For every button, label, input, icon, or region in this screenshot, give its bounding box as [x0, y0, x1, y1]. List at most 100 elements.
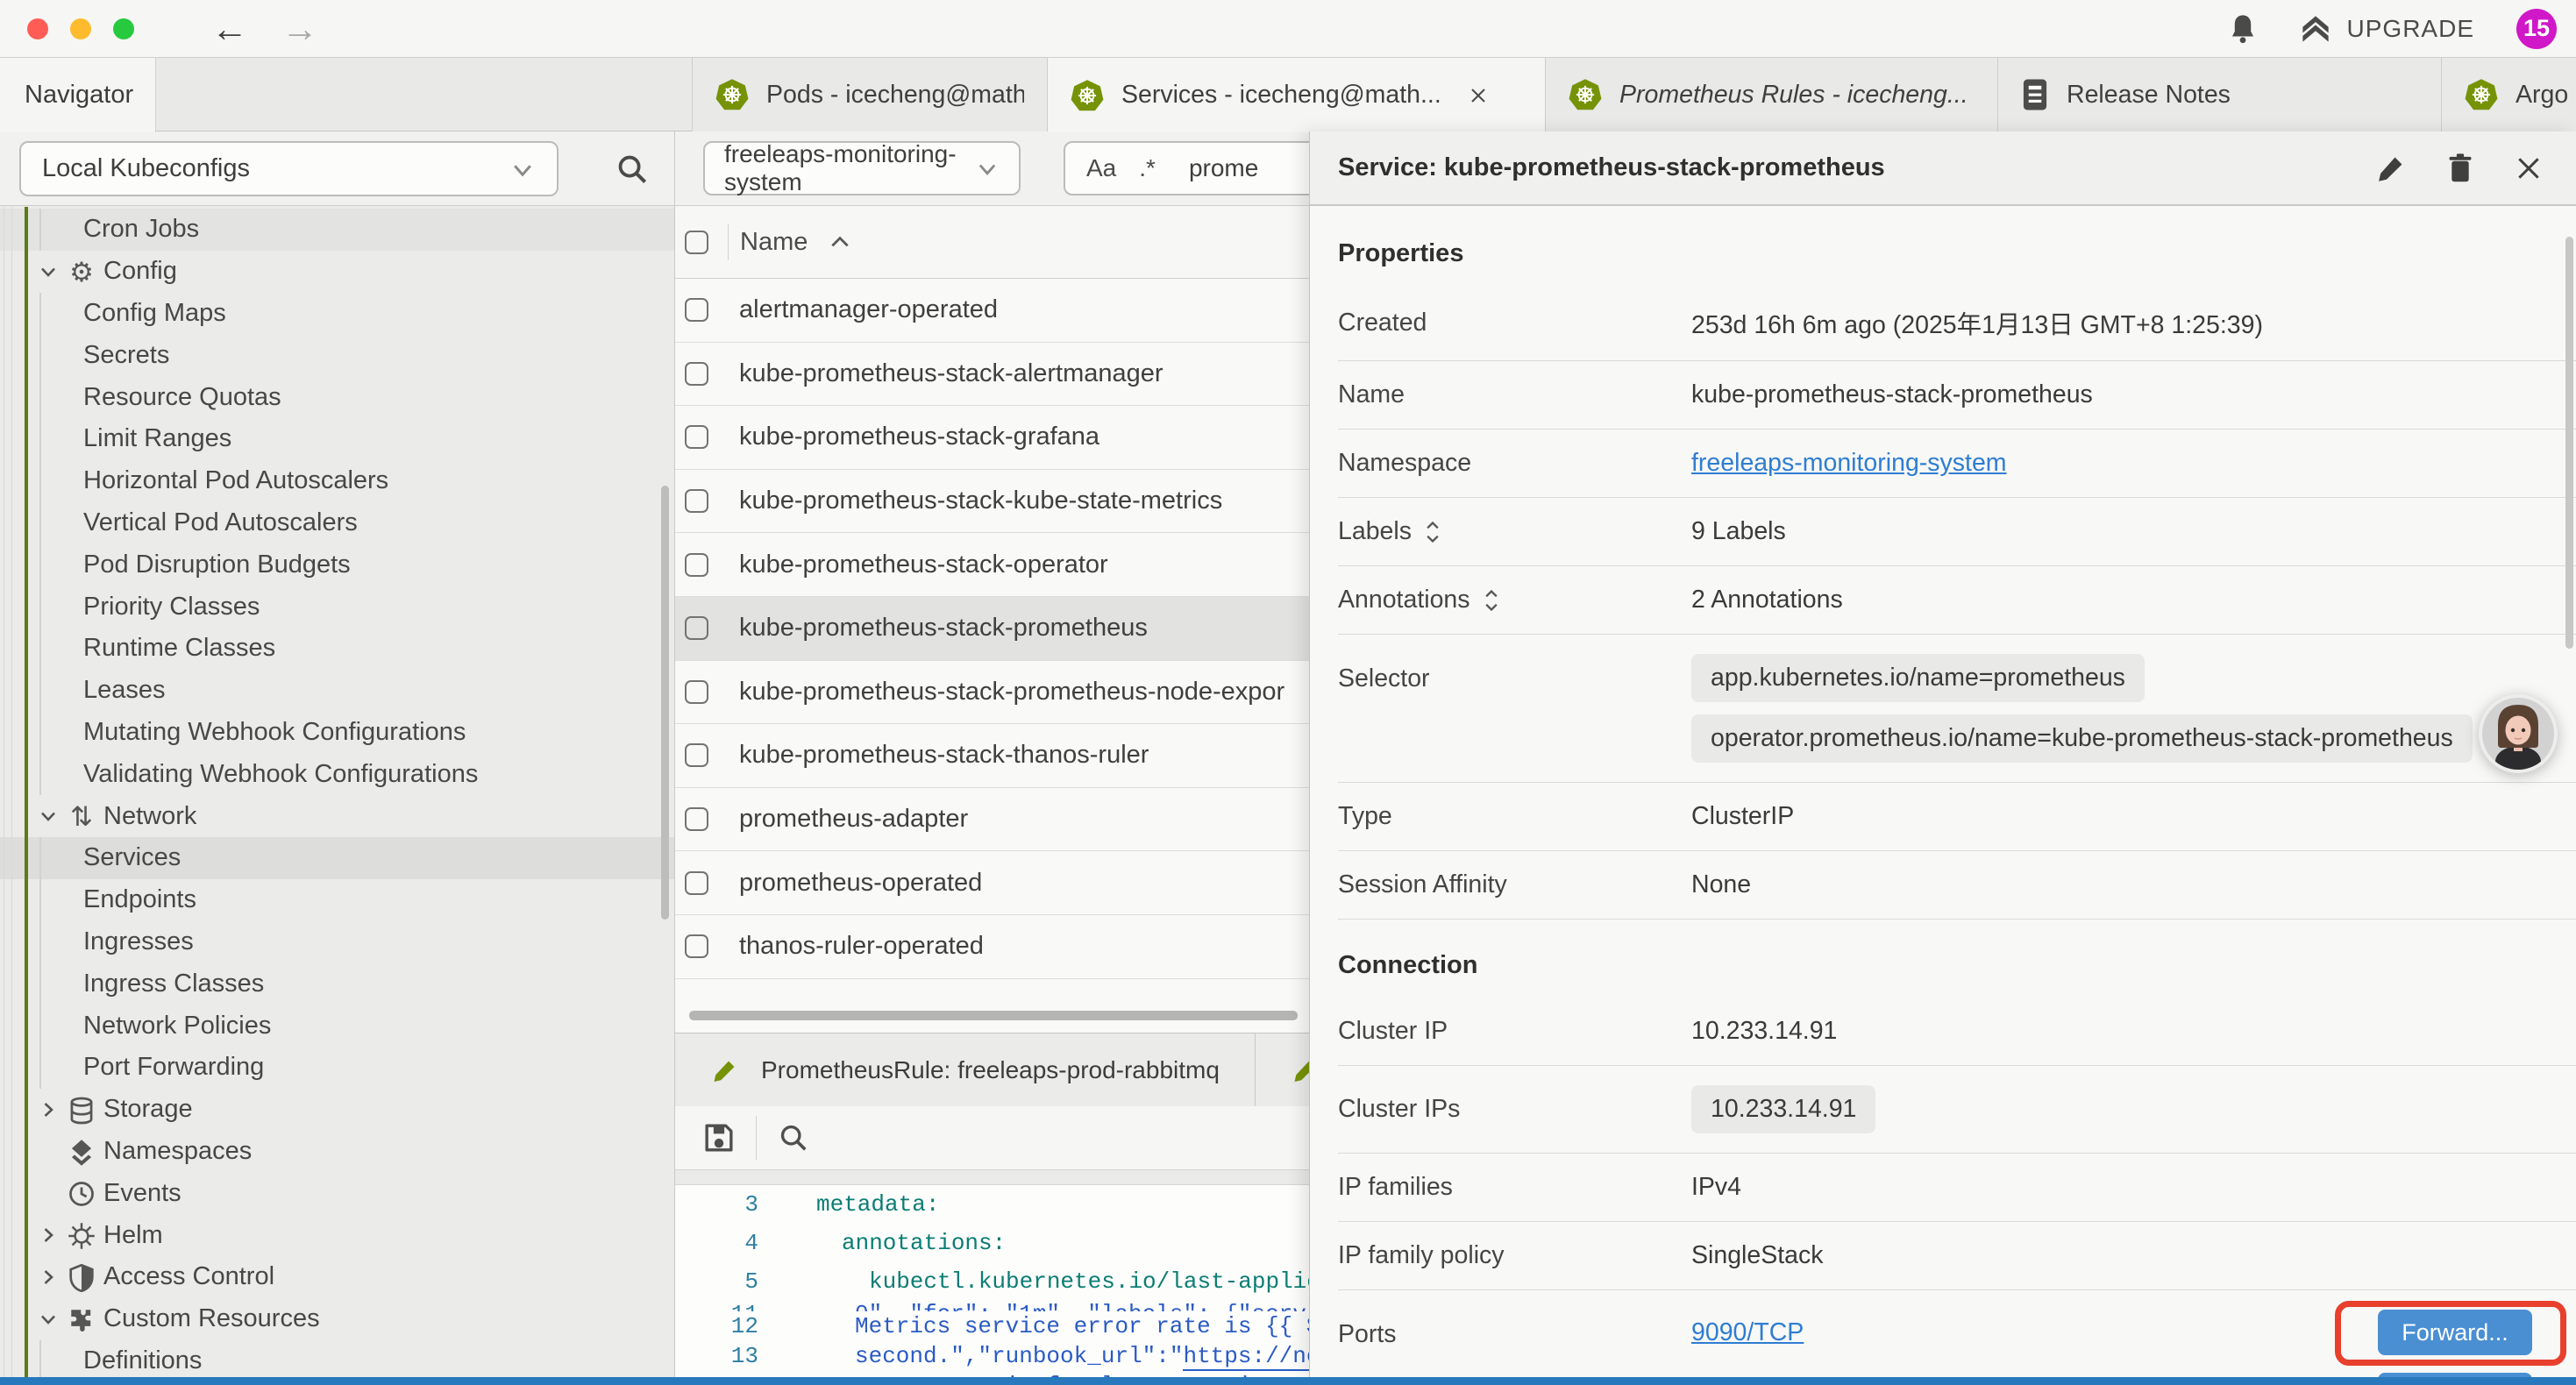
sidebar-item-services[interactable]: Services: [0, 837, 674, 879]
sidebar-item-limit-ranges[interactable]: Limit Ranges: [0, 418, 674, 460]
row-checkbox[interactable]: [685, 425, 708, 449]
chevron-down-icon[interactable]: [37, 1309, 60, 1330]
regex-toggle[interactable]: .*: [1139, 154, 1156, 182]
code-link[interactable]: https://net: [1183, 1343, 1309, 1371]
webcam-avatar[interactable]: [2478, 693, 2558, 774]
row-checkbox[interactable]: [685, 743, 708, 767]
service-row-kube-prometheus-stack-grafana[interactable]: kube-prometheus-stack-grafana: [675, 406, 1309, 470]
sort-toggle-icon[interactable]: [1483, 588, 1500, 613]
service-row-kube-prometheus-stack-prometheus-node-expor[interactable]: kube-prometheus-stack-prometheus-node-ex…: [675, 661, 1309, 725]
minimize-window-button[interactable]: [70, 18, 91, 39]
sidebar-item-cron-jobs[interactable]: Cron Jobs: [0, 209, 674, 251]
close-icon[interactable]: [2515, 154, 2543, 182]
sidebar-item-events[interactable]: Events: [0, 1172, 674, 1214]
chevron-down-icon[interactable]: [37, 261, 60, 282]
service-row-kube-prometheus-stack-operator[interactable]: kube-prometheus-stack-operator: [675, 533, 1309, 597]
sidebar-item-config[interactable]: ⚙Config: [0, 251, 674, 293]
sidebar-item-network-policies[interactable]: Network Policies: [0, 1005, 674, 1047]
sidebar-item-port-forwarding[interactable]: Port Forwarding: [0, 1047, 674, 1089]
upgrade-button[interactable]: UPGRADE: [2300, 14, 2474, 44]
sidebar-item-runtime-classes[interactable]: Runtime Classes: [0, 628, 674, 670]
select-all-checkbox[interactable]: [685, 231, 708, 254]
sidebar-item-validating-webhook-configurations[interactable]: Validating Webhook Configurations: [0, 753, 674, 795]
sidebar-item-mutating-webhook-configurations[interactable]: Mutating Webhook Configurations: [0, 712, 674, 754]
sidebar-item-storage[interactable]: Storage: [0, 1089, 674, 1131]
notification-count-badge[interactable]: 15: [2516, 9, 2557, 49]
row-checkbox[interactable]: [685, 362, 708, 386]
delete-trash-icon[interactable]: [2446, 153, 2474, 184]
sidebar-item-network[interactable]: ⇅Network: [0, 795, 674, 837]
row-checkbox[interactable]: [685, 934, 708, 958]
sidebar-item-helm[interactable]: Helm: [0, 1214, 674, 1256]
sidebar-item-definitions[interactable]: Definitions: [0, 1340, 674, 1377]
sidebar-item-custom-resources[interactable]: Custom Resources: [0, 1298, 674, 1340]
sidebar-item-secrets[interactable]: Secrets: [0, 334, 674, 376]
sidebar-item-priority-classes[interactable]: Priority Classes: [0, 586, 674, 628]
close-window-button[interactable]: [27, 18, 48, 39]
save-icon[interactable]: [701, 1120, 737, 1155]
tab-close-icon[interactable]: [1468, 85, 1489, 106]
back-icon[interactable]: ←: [211, 11, 248, 47]
sort-toggle-icon[interactable]: [1424, 520, 1441, 544]
service-row-kube-prometheus-stack-alertmanager[interactable]: kube-prometheus-stack-alertmanager: [675, 343, 1309, 407]
tab-pods-icecheng-mathmas[interactable]: Pods - icecheng@mathmas...: [693, 58, 1048, 131]
property-row-ip-family-policy: IP family policySingleStack: [1338, 1221, 2576, 1289]
row-checkbox[interactable]: [685, 807, 708, 831]
sidebar-item-horizontal-pod-autoscalers[interactable]: Horizontal Pod Autoscalers: [0, 460, 674, 502]
service-row-alertmanager-operated[interactable]: alertmanager-operated: [675, 279, 1309, 343]
sidebar-item-access-control[interactable]: Access Control: [0, 1256, 674, 1298]
sidebar-scrollbar[interactable]: [661, 486, 669, 920]
service-row-kube-prometheus-stack-prometheus[interactable]: kube-prometheus-stack-prometheus: [675, 597, 1309, 661]
sidebar-item-ingress-classes[interactable]: Ingress Classes: [0, 962, 674, 1005]
sidebar-item-config-maps[interactable]: Config Maps: [0, 293, 674, 335]
service-row-kube-prometheus-stack-thanos-ruler[interactable]: kube-prometheus-stack-thanos-ruler: [675, 724, 1309, 788]
row-checkbox[interactable]: [685, 298, 708, 322]
edit-pencil-icon[interactable]: [2376, 153, 2406, 183]
namespace-link[interactable]: freeleaps-monitoring-system: [1691, 449, 2007, 478]
editor-tab-prometheusrule[interactable]: PrometheusRule: freeleaps-prod-rabbitmq: [675, 1033, 1256, 1106]
tab-services-icecheng-math[interactable]: Services - icecheng@math...: [1048, 58, 1546, 132]
property-value: 10.233.14.91: [1691, 1017, 1837, 1046]
service-row-thanos-ruler-operated[interactable]: thanos-ruler-operated: [675, 915, 1309, 979]
forward-button[interactable]: Forward...: [2378, 1310, 2532, 1355]
panel-scrollbar[interactable]: [2565, 237, 2573, 649]
sidebar-item-endpoints[interactable]: Endpoints: [0, 879, 674, 921]
chevron-down-icon[interactable]: [37, 806, 60, 827]
navigator-panel-tab[interactable]: Navigator: [0, 58, 156, 132]
editor-search-icon[interactable]: [778, 1122, 809, 1154]
editor-tab-next[interactable]: [1256, 1033, 1309, 1106]
service-row-prometheus-adapter[interactable]: prometheus-adapter: [675, 788, 1309, 852]
chevron-right-icon[interactable]: [37, 1267, 60, 1288]
row-checkbox[interactable]: [685, 553, 708, 577]
maximize-window-button[interactable]: [113, 18, 134, 39]
sidebar-item-resource-quotas[interactable]: Resource Quotas: [0, 376, 674, 418]
forward-icon[interactable]: →: [281, 11, 318, 47]
tab-prometheus-rules-icecheng[interactable]: Prometheus Rules - icecheng...: [1546, 58, 1998, 131]
service-row-kube-prometheus-stack-kube-state-metrics[interactable]: kube-prometheus-stack-kube-state-metrics: [675, 470, 1309, 534]
filter-input[interactable]: Aa .* prome: [1064, 141, 1309, 195]
service-row-prometheus-operated[interactable]: prometheus-operated: [675, 851, 1309, 915]
row-checkbox[interactable]: [685, 616, 708, 640]
sidebar-item-namespaces[interactable]: Namespaces: [0, 1131, 674, 1173]
sidebar-item-pod-disruption-budgets[interactable]: Pod Disruption Budgets: [0, 543, 674, 586]
sort-ascending-icon[interactable]: [829, 234, 851, 250]
sidebar-item-ingresses[interactable]: Ingresses: [0, 921, 674, 963]
sidebar-item-vertical-pod-autoscalers[interactable]: Vertical Pod Autoscalers: [0, 502, 674, 544]
chevron-right-icon[interactable]: [37, 1099, 60, 1120]
yaml-editor[interactable]: 3metadata:4annotations:5kubectl.kubernet…: [675, 1185, 1309, 1377]
chevron-right-icon[interactable]: [37, 1225, 60, 1246]
match-case-toggle[interactable]: Aa: [1086, 154, 1116, 182]
row-checkbox[interactable]: [685, 489, 708, 513]
kubeconfig-select[interactable]: Local Kubeconfigs: [19, 141, 559, 196]
port-link[interactable]: 9090/TCP: [1691, 1318, 1804, 1347]
sidebar-search-icon[interactable]: [616, 153, 649, 186]
notifications-bell-icon[interactable]: [2228, 12, 2258, 46]
row-checkbox[interactable]: [685, 871, 708, 895]
horizontal-scrollbar[interactable]: [689, 1011, 1298, 1020]
namespace-select[interactable]: freeleaps-monitoring-system: [703, 141, 1021, 195]
tab-argo-se[interactable]: Argo Se: [2442, 58, 2576, 131]
sidebar-item-leases[interactable]: Leases: [0, 670, 674, 712]
row-checkbox[interactable]: [685, 680, 708, 704]
name-column-header[interactable]: Name: [740, 228, 808, 257]
tab-release-notes[interactable]: Release Notes: [1998, 58, 2442, 131]
